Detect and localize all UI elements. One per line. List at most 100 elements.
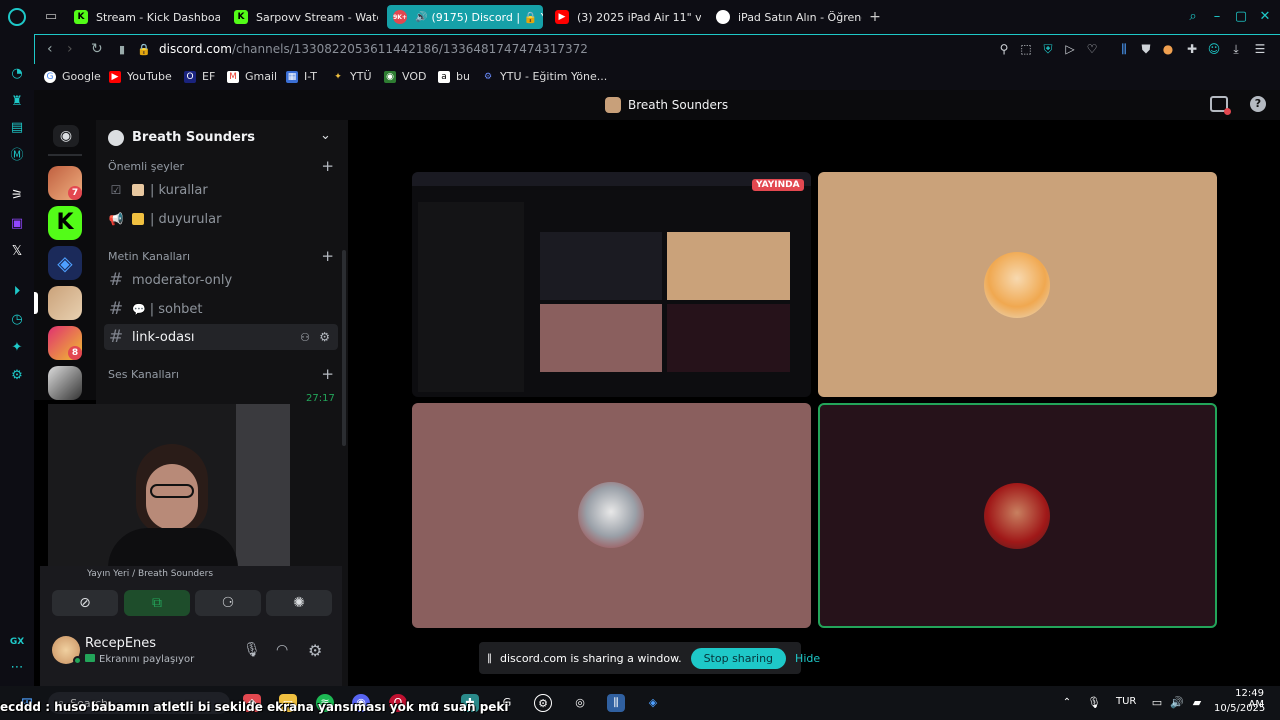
- pause-icon[interactable]: ‖: [487, 653, 492, 664]
- tab-sarpovv-stream[interactable]: K Sarpovv Stream - Watch: [228, 5, 378, 29]
- server-name[interactable]: Breath Sounders: [132, 130, 255, 145]
- section-text-channels[interactable]: Metin Kanalları: [108, 250, 190, 263]
- server-icon-3[interactable]: ◈: [48, 246, 82, 280]
- settings-icon[interactable]: ⚙: [9, 368, 25, 384]
- gx-control-icon[interactable]: ♜: [9, 94, 25, 110]
- volume-icon[interactable]: 🔊: [1168, 694, 1186, 712]
- add-channel-icon[interactable]: +: [321, 157, 334, 175]
- heart-icon[interactable]: ♡: [1085, 42, 1099, 56]
- invite-icon[interactable]: ⚇: [300, 331, 310, 344]
- clock-date[interactable]: 10/5/2025: [1214, 703, 1265, 714]
- participant-tile-tan[interactable]: [818, 172, 1217, 397]
- channel-sohbet[interactable]: # 💬 | sohbet: [104, 296, 338, 322]
- new-tab-button[interactable]: +: [868, 10, 882, 24]
- obs-icon[interactable]: ◎: [571, 694, 589, 712]
- bookmark-ytu[interactable]: ✦ YTÜ: [332, 70, 371, 83]
- discord-home-icon[interactable]: ◉: [53, 125, 79, 147]
- participant-tile-rose[interactable]: [412, 403, 811, 628]
- channel-settings-icon[interactable]: ⚙: [319, 330, 330, 344]
- forward-icon[interactable]: ›: [67, 41, 73, 57]
- pin-icon[interactable]: ⚲: [997, 42, 1011, 56]
- breath-sounders-server-icon[interactable]: [48, 286, 82, 320]
- stop-sharing-button[interactable]: Stop sharing: [690, 647, 787, 669]
- screen-share-tile[interactable]: YAYINDA: [412, 172, 811, 397]
- steam-icon[interactable]: ⚙: [534, 694, 552, 712]
- aria-icon[interactable]: ◔: [9, 66, 25, 82]
- x-twitter-icon[interactable]: 𝕏: [9, 244, 25, 260]
- maximize-button[interactable]: ▢: [1234, 10, 1248, 24]
- hide-button[interactable]: Hide: [795, 652, 820, 665]
- bookmark-youtube[interactable]: ▶ YouTube: [109, 70, 172, 83]
- tab-kick-dashboard[interactable]: K Stream - Kick Dashboard: [68, 5, 220, 29]
- close-button[interactable]: ✕: [1258, 10, 1272, 24]
- add-channel-icon[interactable]: +: [321, 247, 334, 265]
- tab-discord[interactable]: 9K+ 🔊 (9175) Discord | 🔒 Y: [387, 5, 543, 29]
- screenshot-icon[interactable]: ⬚: [1019, 42, 1033, 56]
- battery-icon[interactable]: ▰: [1188, 694, 1206, 712]
- play-icon[interactable]: ▷: [1063, 42, 1077, 56]
- vpn-icon[interactable]: ▮: [119, 43, 125, 56]
- server-icon-6[interactable]: [48, 366, 82, 400]
- bookmark-gmail[interactable]: M Gmail: [227, 70, 277, 83]
- minimize-button[interactable]: –: [1210, 10, 1224, 24]
- channel-kurallar[interactable]: ☑ | kurallar: [104, 177, 338, 203]
- help-icon[interactable]: ?: [1250, 96, 1266, 112]
- search-icon[interactable]: ⌕: [1186, 10, 1200, 24]
- opera-logo-icon[interactable]: [8, 8, 26, 26]
- voice-location[interactable]: Yayın Yeri / Breath Sounders: [87, 569, 213, 579]
- kick-sidebar-icon[interactable]: ⚞: [9, 188, 25, 204]
- equalizer-icon[interactable]: ⫼: [1117, 42, 1131, 56]
- download-icon[interactable]: ⤓: [1229, 42, 1243, 56]
- section-important[interactable]: Önemli şeyler: [108, 160, 184, 173]
- history-icon[interactable]: ◷: [9, 312, 25, 328]
- scrollbar[interactable]: [342, 250, 346, 446]
- participant-tile-speaking[interactable]: [818, 403, 1217, 628]
- reload-icon[interactable]: ↻: [91, 41, 103, 57]
- section-voice-channels[interactable]: Ses Kanalları: [108, 368, 179, 381]
- microphone-icon[interactable]: 🎙: [243, 642, 261, 658]
- headphones-icon[interactable]: ◠: [276, 642, 288, 658]
- camera-off-button[interactable]: ⊘: [52, 590, 118, 616]
- adblock-icon[interactable]: ⛊: [1139, 42, 1153, 56]
- url-field[interactable]: discord.com/channels/1330822053611442186…: [159, 42, 588, 56]
- bookmark-it[interactable]: ▦ I-T: [286, 70, 317, 83]
- language-indicator[interactable]: TUR: [1116, 696, 1136, 707]
- channel-moderator-only[interactable]: # moderator-only: [104, 267, 338, 293]
- more-icon[interactable]: ⋯: [9, 660, 25, 676]
- tab-youtube-ipad[interactable]: ▶ (3) 2025 iPad Air 11" vs 1: [549, 5, 701, 29]
- display-icon[interactable]: ▭: [1148, 694, 1166, 712]
- profile-icon[interactable]: ☺: [1207, 42, 1221, 56]
- twitch-icon[interactable]: ▣: [9, 216, 25, 232]
- messenger-icon[interactable]: Ⓜ: [9, 148, 25, 164]
- bookmark-bu[interactable]: a bu: [438, 70, 470, 83]
- user-settings-icon[interactable]: ⚙: [308, 641, 322, 660]
- chevron-down-icon[interactable]: ⌄: [320, 128, 331, 143]
- screen-share-button[interactable]: ⧉: [124, 590, 190, 616]
- puzzle-icon[interactable]: ✚: [1185, 42, 1199, 56]
- channel-duyurular[interactable]: 📢 | duyurular: [104, 206, 338, 232]
- user-status-text: Ekranını paylaşıyor: [99, 654, 195, 665]
- extension-orange-icon[interactable]: ●: [1161, 42, 1175, 56]
- shield-icon[interactable]: ⛨: [1041, 42, 1055, 56]
- add-channel-icon[interactable]: +: [321, 365, 334, 383]
- tab-manager-icon[interactable]: ▭: [44, 10, 58, 24]
- bookmark-google[interactable]: G Google: [44, 70, 101, 83]
- tab-apple-ipad[interactable]: iPad Satın Alın - Öğrenci: [710, 5, 862, 29]
- kick-server-icon[interactable]: K: [48, 206, 82, 240]
- bookmark-ytu-egitim[interactable]: ⚙ YTU - Eğitim Yöne...: [482, 70, 607, 83]
- tray-mic-icon[interactable]: 🎙: [1085, 694, 1103, 712]
- bookmark-ef[interactable]: O EF: [184, 70, 215, 83]
- bookmark-vod[interactable]: ◉ VOD: [384, 70, 426, 83]
- app-icon-blue[interactable]: ◈: [644, 694, 662, 712]
- channel-link-odasi[interactable]: # link-odası ⚇ ⚙: [104, 324, 338, 350]
- soundboard-button[interactable]: ✺: [266, 590, 332, 616]
- back-icon[interactable]: ‹: [47, 41, 53, 57]
- tray-chevron-icon[interactable]: ⌃: [1058, 694, 1076, 712]
- activity-button[interactable]: ⚆: [195, 590, 261, 616]
- extensions-icon[interactable]: ✦: [9, 340, 25, 356]
- cleaner-icon[interactable]: ▤: [9, 120, 25, 136]
- menu-icon[interactable]: ☰: [1253, 42, 1267, 56]
- audio-app-icon[interactable]: ⫼: [607, 694, 625, 712]
- inbox-icon[interactable]: [1210, 96, 1231, 115]
- player-icon[interactable]: ⏵: [9, 284, 25, 300]
